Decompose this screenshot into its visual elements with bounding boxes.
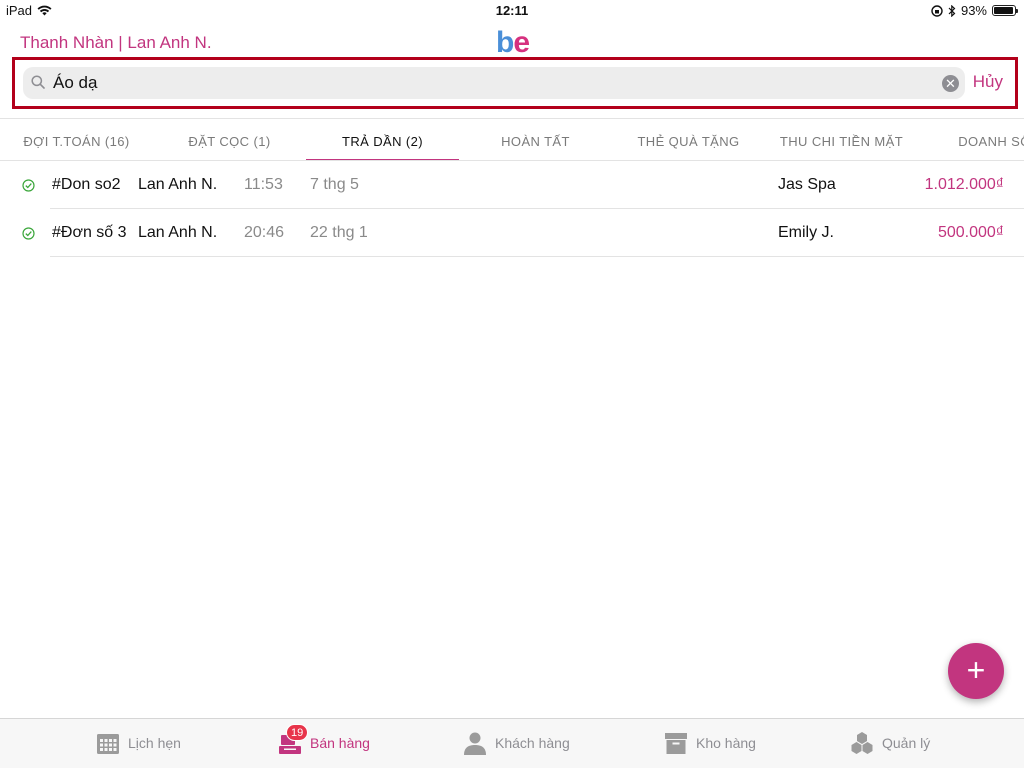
order-staff: Lan Anh N. xyxy=(138,176,218,193)
order-status-tabs: ĐỢI T.TOÁN (16) ĐẶT CỌC (1) TRẢ DẦN (2) … xyxy=(0,118,1024,161)
bluetooth-icon xyxy=(948,4,956,17)
tab-awaiting-payment[interactable]: ĐỢI T.TOÁN (16) xyxy=(0,119,153,160)
tab-completed[interactable]: HOÀN TẤT xyxy=(459,119,612,160)
tabbar-item-inventory[interactable]: Kho hàng xyxy=(664,731,756,755)
order-code: #Đơn số 3 xyxy=(52,224,127,241)
current-user-label: Thanh Nhàn | Lan Anh N. xyxy=(20,33,212,52)
tab-deposit[interactable]: ĐẶT CỌC (1) xyxy=(153,119,306,160)
calendar-icon xyxy=(97,734,119,754)
order-date: 22 thg 1 xyxy=(310,224,368,241)
search-bar: Áo dạ ✕ Hủy xyxy=(12,57,1018,109)
clear-search-icon[interactable]: ✕ xyxy=(942,75,959,92)
table-row[interactable]: #Don so2 Lan Anh N. 11:53 7 thg 5 Jas Sp… xyxy=(0,161,1024,209)
tab-gift-card[interactable]: THẺ QUÀ TẶNG xyxy=(612,119,765,160)
check-circle-icon xyxy=(22,227,35,240)
order-time: 11:53 xyxy=(244,176,283,193)
search-input[interactable]: Áo dạ ✕ xyxy=(23,67,965,99)
cancel-search-button[interactable]: Hủy xyxy=(973,72,1003,92)
battery-icon xyxy=(992,5,1018,16)
app-logo: be xyxy=(496,26,530,60)
logo-e: e xyxy=(513,26,530,59)
tabbar-item-appointments[interactable]: Lịch hẹn xyxy=(96,731,181,755)
logo-b: b xyxy=(496,26,514,59)
sales-badge: 19 xyxy=(286,724,309,741)
status-time: 12:11 xyxy=(495,3,529,18)
tabbar-item-management[interactable]: Quản lý xyxy=(850,731,930,755)
row-divider xyxy=(50,256,1024,257)
person-icon xyxy=(464,732,486,755)
order-date: 7 thg 5 xyxy=(310,176,359,193)
tab-revenue[interactable]: DOANH SỐ xyxy=(918,119,1024,160)
tabbar-item-customers[interactable]: Khách hàng xyxy=(463,731,570,755)
box-icon xyxy=(665,733,687,754)
tabbar-label: Khách hàng xyxy=(495,735,570,751)
order-amount: 500.000₫ xyxy=(937,224,1004,241)
tabbar-label: Quản lý xyxy=(882,735,931,751)
tab-installment[interactable]: TRẢ DẦN (2) xyxy=(306,119,459,160)
order-customer: Emily J. xyxy=(778,224,834,241)
tabbar-label: Lịch hẹn xyxy=(128,735,181,751)
order-code: #Don so2 xyxy=(52,176,121,193)
search-value: Áo dạ xyxy=(53,73,98,92)
order-staff: Lan Anh N. xyxy=(138,224,218,241)
status-bar: iPad 12:11 93% xyxy=(0,0,1024,22)
search-icon xyxy=(31,75,45,89)
table-row[interactable]: #Đơn số 3 Lan Anh N. 20:46 22 thg 1 Emil… xyxy=(0,209,1024,257)
tabbar-item-sales[interactable]: 19 Bán hàng xyxy=(278,724,370,755)
add-order-button[interactable]: + xyxy=(948,643,1004,699)
tab-cash-flow[interactable]: THU CHI TIỀN MẶT xyxy=(765,119,918,160)
order-time: 20:46 xyxy=(244,224,285,241)
bottom-tab-bar: Lịch hẹn 19 Bán hàng Khách hàng Kho hàng xyxy=(0,718,1024,768)
hexagons-icon xyxy=(851,732,873,754)
order-customer: Jas Spa xyxy=(778,176,836,193)
tabbar-label: Bán hàng xyxy=(310,735,370,751)
order-amount: 1.012.000₫ xyxy=(924,176,1004,193)
check-circle-icon xyxy=(22,179,35,192)
tabbar-label: Kho hàng xyxy=(696,735,756,751)
battery-percent: 93% xyxy=(960,3,987,18)
orientation-lock-icon xyxy=(931,4,943,17)
register-icon: 19 xyxy=(278,724,309,755)
